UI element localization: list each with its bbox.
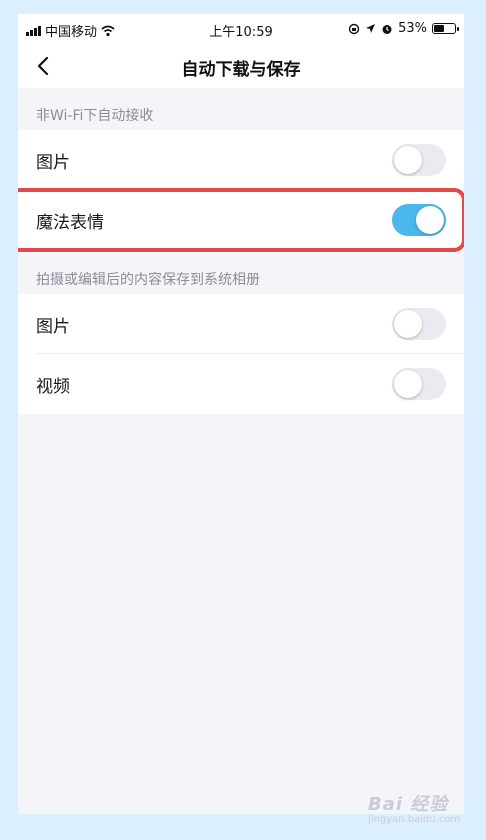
battery-percent: 53% <box>398 21 427 36</box>
watermark-url: jingyan.baidu.com <box>368 814 461 825</box>
setting-row-non-wifi-images: 图片 <box>18 130 464 190</box>
setting-label: 视频 <box>36 377 70 397</box>
setting-row-save-images: 图片 <box>18 294 464 354</box>
toggle-save-images[interactable] <box>392 308 446 340</box>
battery-icon <box>432 23 459 34</box>
toggle-magic-emoji[interactable] <box>392 204 446 236</box>
status-right: 53% <box>348 21 459 36</box>
toggle-save-videos[interactable] <box>392 368 446 400</box>
baidu-jingyan-watermark: Bai 经验 jingyan.baidu.com <box>368 790 460 825</box>
setting-row-save-videos: 视频 <box>18 354 464 414</box>
page-title: 自动下载与保存 <box>181 60 301 80</box>
toggle-non-wifi-images[interactable] <box>392 144 446 176</box>
navigation-bar: 自动下载与保存 <box>18 44 464 88</box>
section-header-non-wifi: 非Wi-Fi下自动接收 <box>36 108 154 124</box>
status-bar: 中国移动 上午10:59 53% <box>18 14 464 44</box>
section-header-save-to-album: 拍摄或编辑后的内容保存到系统相册 <box>36 272 260 288</box>
toggle-knob <box>394 370 422 398</box>
toggle-knob <box>416 206 444 234</box>
alarm-icon <box>382 24 392 34</box>
orientation-lock-icon <box>348 23 360 34</box>
setting-label: 图片 <box>36 153 70 173</box>
phone-screen: 中国移动 上午10:59 53% 自动下载与保存 非Wi-Fi下自动接收 图片 … <box>18 14 464 814</box>
toggle-knob <box>394 146 422 174</box>
battery-fill <box>434 25 444 32</box>
toggle-knob <box>394 310 422 338</box>
location-icon <box>366 24 376 33</box>
setting-label: 魔法表情 <box>36 213 104 233</box>
setting-label: 图片 <box>36 317 70 337</box>
setting-row-magic-emoji: 魔法表情 <box>18 190 464 250</box>
watermark-brand: Bai 经验 <box>368 794 449 815</box>
